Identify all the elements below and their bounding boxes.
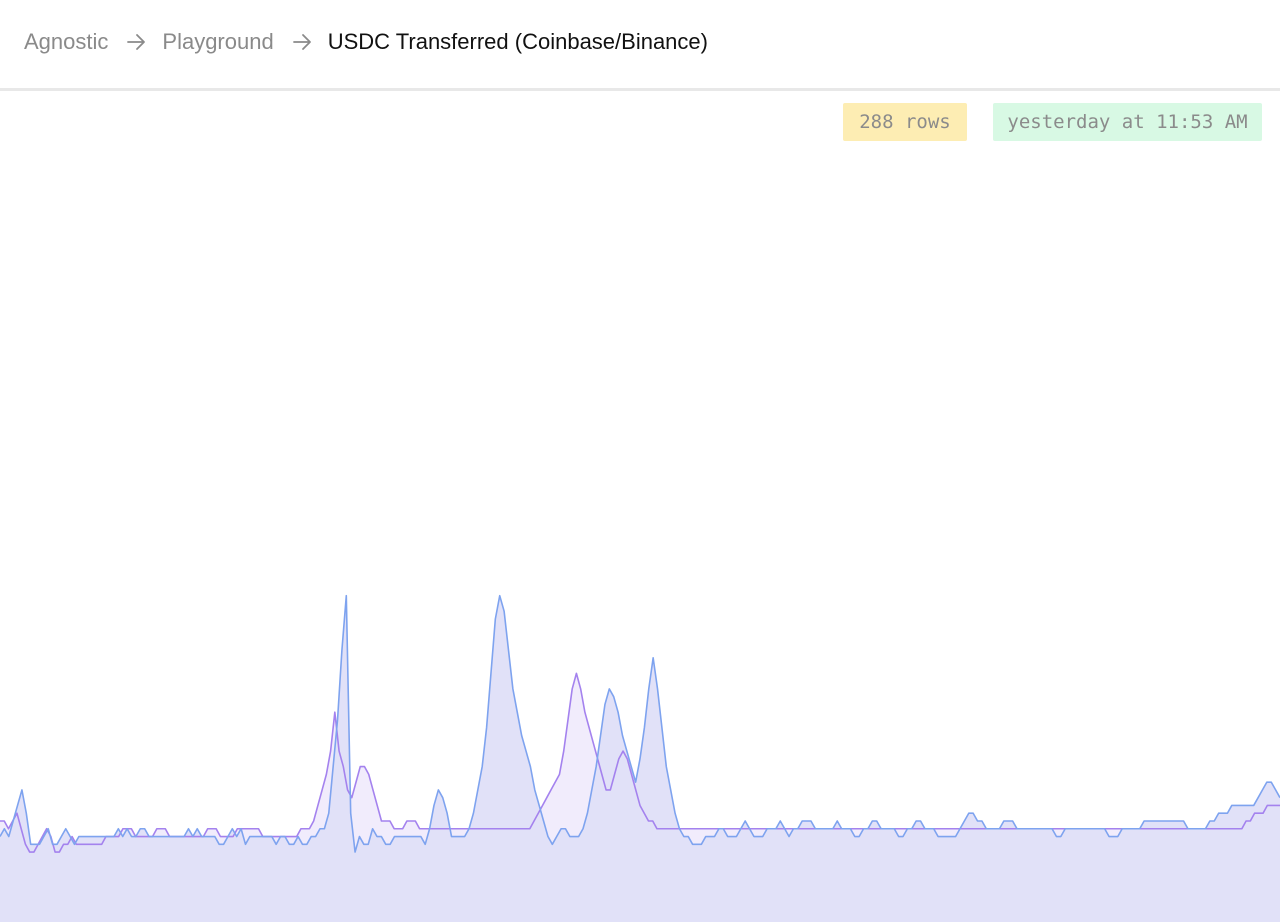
- breadcrumb-item-playground[interactable]: Playground: [162, 29, 273, 55]
- breadcrumb: Agnostic Playground USDC Transferred (Co…: [24, 28, 708, 56]
- top-bar: Agnostic Playground USDC Transferred (Co…: [0, 0, 1280, 91]
- row-count-badge: 288 rows: [843, 103, 967, 141]
- breadcrumb-item-agnostic[interactable]: Agnostic: [24, 29, 108, 55]
- updated-time-badge: yesterday at 11:53 AM: [993, 103, 1262, 141]
- arrow-right-icon: [291, 31, 313, 53]
- arrow-right-icon: [125, 31, 147, 53]
- page-title: USDC Transferred (Coinbase/Binance): [327, 29, 708, 54]
- result-meta: 288 rows yesterday at 11:53 AM: [0, 103, 1280, 141]
- area-chart[interactable]: [0, 145, 1280, 922]
- chart-canvas[interactable]: [0, 145, 1280, 922]
